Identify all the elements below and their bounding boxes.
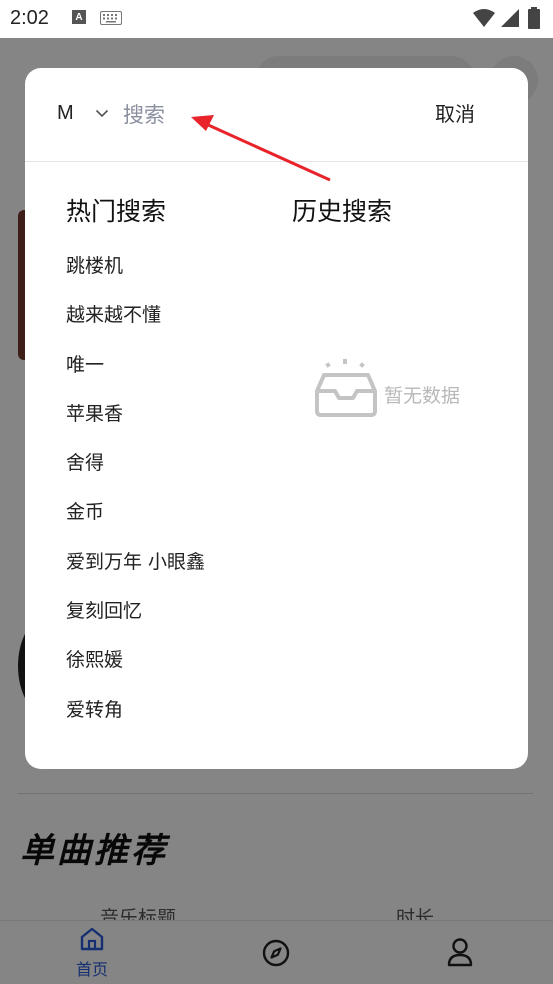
search-modal: M 取消 热门搜索 历史搜索 跳楼机 越来越不懂 唯一 苹果香 舍得 金币 爱到… [25,68,528,769]
cancel-button[interactable]: 取消 [435,98,475,127]
hot-search-title: 热门搜索 [66,197,167,226]
search-header: M 取消 [25,68,528,162]
empty-state-text: 暂无数据 [384,385,461,407]
hot-search-item[interactable]: 金币 [66,496,286,545]
history-empty-state: 暂无数据 [314,357,484,417]
status-time: 2:02 [10,7,49,29]
hot-search-list: 跳楼机 越来越不懂 唯一 苹果香 舍得 金币 爱到万年 小眼鑫 复刻回忆 徐熙媛… [66,250,286,743]
hot-search-item[interactable]: 徐熙媛 [66,644,286,693]
chevron-down-icon[interactable] [95,109,109,118]
history-search-title: 历史搜索 [292,197,393,226]
a-notification-icon: A [72,10,86,24]
search-scope-selector[interactable]: M [57,102,74,125]
hot-search-item[interactable]: 唯一 [66,349,286,398]
hot-search-item[interactable]: 爱转角 [66,694,286,743]
hot-search-item[interactable]: 苹果香 [66,398,286,447]
battery-icon [528,7,540,29]
hot-search-item[interactable]: 越来越不懂 [66,299,286,348]
hot-search-item[interactable]: 爱到万年 小眼鑫 [66,546,286,595]
signal-icon [501,9,519,27]
hot-search-item[interactable]: 复刻回忆 [66,595,286,644]
status-bar: 2:02 A [0,0,553,38]
hot-search-item[interactable]: 舍得 [66,447,286,496]
wifi-icon [473,9,495,27]
keyboard-icon [100,11,122,25]
search-input[interactable] [123,96,413,134]
hot-search-item[interactable]: 跳楼机 [66,250,286,299]
empty-inbox-icon [315,359,377,417]
